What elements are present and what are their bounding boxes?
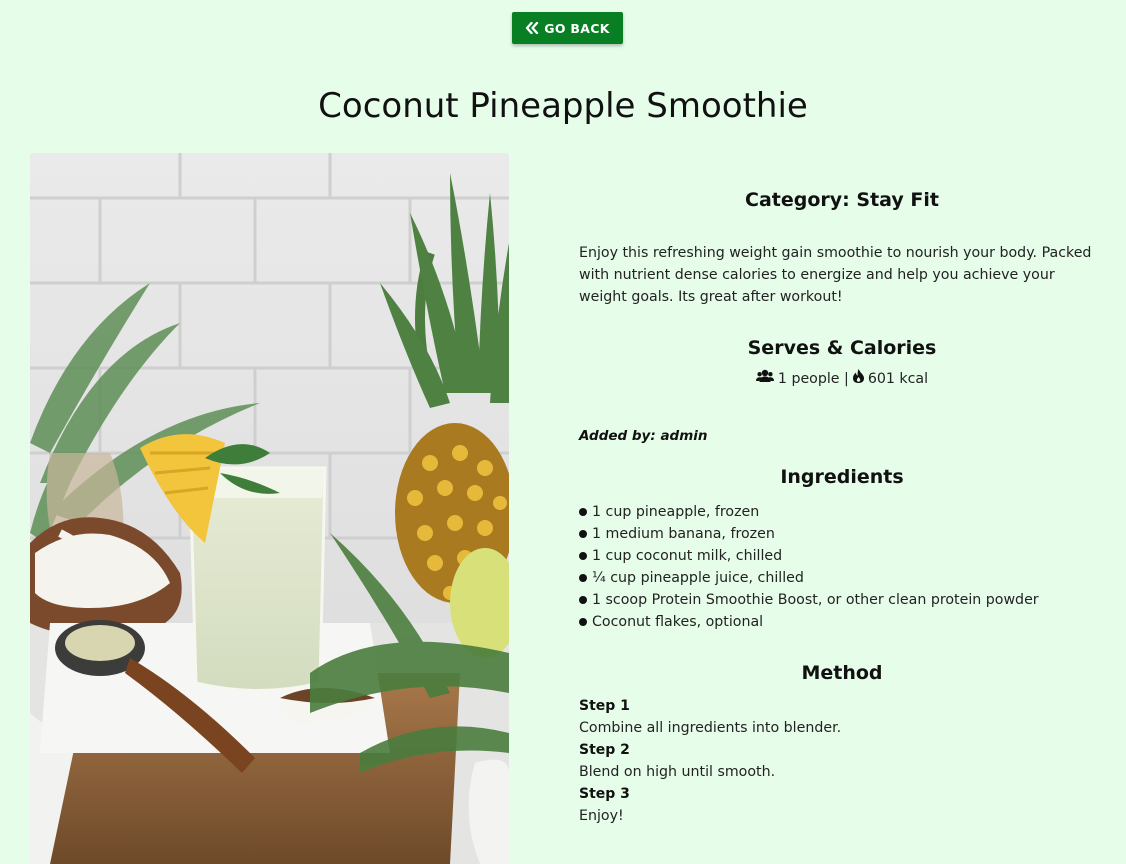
go-back-button[interactable]: GO BACK (512, 12, 623, 44)
serves-calories-line: 1 people | 601 kcal (579, 368, 1105, 390)
recipe-title: Coconut Pineapple Smoothie (318, 86, 808, 126)
bullet-icon (579, 530, 587, 538)
ingredient-text: 1 scoop Protein Smoothie Boost, or other… (592, 592, 1039, 608)
calories-text: 601 kcal (867, 371, 929, 387)
fire-icon (852, 368, 864, 390)
step-label: Step 2 (579, 742, 630, 758)
ingredient-item: 1 medium banana, frozen (579, 523, 1105, 545)
bullet-icon (579, 552, 587, 560)
method-steps: Step 1 Combine all ingredients into blen… (579, 695, 1105, 827)
bullet-icon (579, 596, 587, 604)
serves-text: 1 people | (777, 371, 849, 387)
method-heading: Method (801, 662, 883, 684)
ingredient-item: 1 cup pineapple, frozen (579, 501, 1105, 523)
ingredient-text: 1 cup pineapple, frozen (592, 504, 760, 520)
ingredients-list: 1 cup pineapple, frozen 1 medium banana,… (579, 501, 1105, 633)
added-by: Added by: admin (579, 428, 708, 444)
ingredient-text: Coconut flakes, optional (592, 614, 764, 630)
ingredient-text: ¼ cup pineapple juice, chilled (592, 570, 804, 586)
ingredient-text: 1 cup coconut milk, chilled (592, 548, 783, 564)
ingredient-text: 1 medium banana, frozen (592, 526, 775, 542)
ingredient-item: 1 scoop Protein Smoothie Boost, or other… (579, 589, 1105, 611)
recipe-info: Category: Stay Fit Enjoy this refreshing… (579, 180, 1105, 827)
step-text: Enjoy! (579, 808, 624, 824)
serves-heading: Serves & Calories (747, 337, 937, 359)
step-label: Step 1 (579, 698, 630, 714)
recipe-photo (30, 153, 509, 864)
step-text: Blend on high until smooth. (579, 764, 776, 780)
bullet-icon (579, 574, 587, 582)
bullet-icon (579, 508, 587, 516)
users-icon (755, 368, 774, 390)
step-text: Combine all ingredients into blender. (579, 720, 842, 736)
double-chevron-left-icon (525, 22, 539, 34)
ingredient-item: 1 cup coconut milk, chilled (579, 545, 1105, 567)
recipe-description: Enjoy this refreshing weight gain smooth… (579, 245, 1092, 305)
go-back-label: GO BACK (544, 20, 610, 36)
ingredients-heading: Ingredients (780, 466, 904, 488)
step-label: Step 3 (579, 786, 630, 802)
category-heading: Category: Stay Fit (745, 189, 939, 211)
ingredient-item: Coconut flakes, optional (579, 611, 1105, 633)
bullet-icon (579, 618, 587, 626)
ingredient-item: ¼ cup pineapple juice, chilled (579, 567, 1105, 589)
